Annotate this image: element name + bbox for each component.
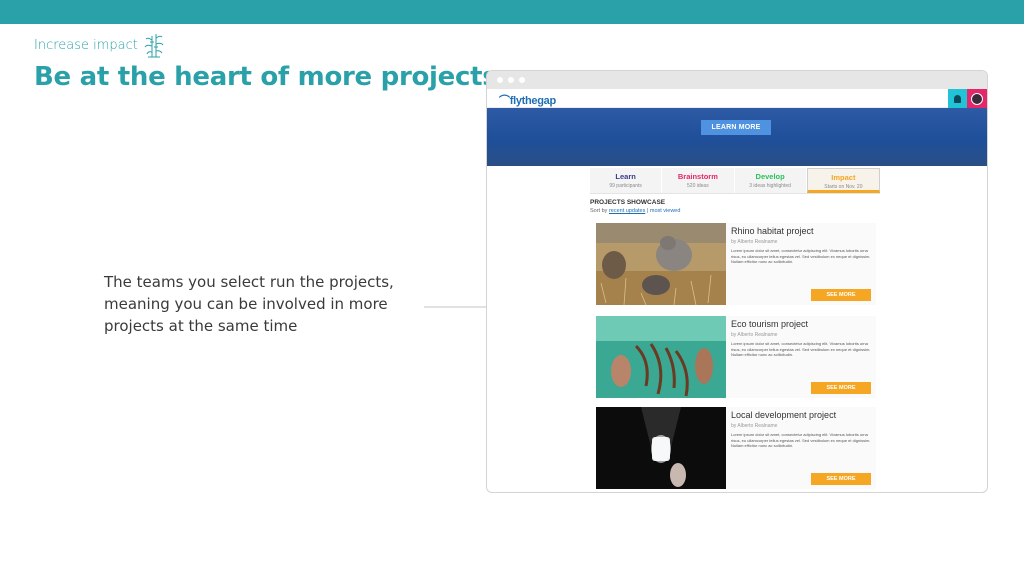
avatar bbox=[971, 92, 983, 105]
project-title[interactable]: Local development project bbox=[731, 410, 836, 420]
showcase-title: PROJECTS SHOWCASE bbox=[590, 199, 666, 206]
browser-titlebar bbox=[487, 71, 987, 89]
underwater-photo-art bbox=[596, 316, 726, 398]
project-card-local-development[interactable]: Local development project by Alberto Rea… bbox=[596, 407, 876, 489]
project-title[interactable]: Eco tourism project bbox=[731, 319, 808, 329]
projects-content: Learn 99 participants Brainstorm 520 ide… bbox=[590, 168, 880, 214]
browser-mockup: ⌒flythegap LEARN MORE Learn 99 participa… bbox=[486, 70, 988, 493]
project-card-eco-tourism[interactable]: Eco tourism project by Alberto Realname … bbox=[596, 316, 876, 398]
window-dot bbox=[497, 77, 503, 83]
project-author: by Alberto Realname bbox=[731, 332, 778, 338]
site-logo[interactable]: ⌒flythegap bbox=[499, 92, 556, 108]
site-header: ⌒flythegap bbox=[487, 89, 987, 108]
tab-develop[interactable]: Develop 3 ideas highlighted bbox=[734, 168, 807, 193]
project-description: Lorem ipsum dolor sit amet, consectetur … bbox=[731, 341, 871, 357]
logo-text: flythegap bbox=[509, 95, 557, 107]
rhino-photo bbox=[596, 223, 726, 305]
project-title[interactable]: Rhino habitat project bbox=[731, 226, 814, 236]
project-author: by Alberto Realname bbox=[731, 423, 778, 429]
tab-sub: 99 participants bbox=[609, 183, 642, 189]
project-description: Lorem ipsum dolor sit amet, consectetur … bbox=[731, 432, 871, 448]
tab-impact[interactable]: Impact Starts on Nov. 20 bbox=[806, 168, 880, 193]
project-description: Lorem ipsum dolor sit amet, consectetur … bbox=[731, 248, 871, 264]
see-more-button[interactable]: SEE MORE bbox=[811, 473, 871, 485]
bell-icon bbox=[954, 94, 961, 103]
see-more-button[interactable]: SEE MORE bbox=[811, 289, 871, 301]
light-bottle-photo bbox=[596, 407, 726, 489]
light-bottle-photo-art bbox=[596, 407, 726, 489]
tab-label: Develop bbox=[755, 172, 785, 181]
rhino-photo-art bbox=[596, 223, 726, 305]
tab-sub: 3 ideas highlighted bbox=[749, 183, 791, 189]
notifications-button[interactable] bbox=[948, 89, 967, 108]
project-author: by Alberto Realname bbox=[731, 239, 778, 245]
phase-tabs: Learn 99 participants Brainstorm 520 ide… bbox=[590, 168, 880, 194]
hero-banner: LEARN MORE bbox=[487, 108, 987, 166]
profile-button[interactable] bbox=[967, 89, 987, 108]
sort-most-viewed-link[interactable]: most viewed bbox=[650, 208, 681, 214]
sort-line: Sort by recent updates | most viewed bbox=[590, 208, 880, 214]
sort-prefix: Sort by bbox=[590, 208, 608, 214]
learn-more-button[interactable]: LEARN MORE bbox=[701, 120, 771, 135]
see-more-button[interactable]: SEE MORE bbox=[811, 382, 871, 394]
window-dot bbox=[508, 77, 514, 83]
tab-brainstorm[interactable]: Brainstorm 520 ideas bbox=[662, 168, 735, 193]
tab-sub: Starts on Nov. 20 bbox=[824, 184, 863, 190]
tab-sub: 520 ideas bbox=[687, 183, 709, 189]
underwater-photo bbox=[596, 316, 726, 398]
window-dot bbox=[519, 77, 525, 83]
tab-label: Learn bbox=[615, 172, 636, 181]
logo-arc-icon: ⌒ bbox=[499, 95, 510, 107]
tab-learn[interactable]: Learn 99 participants bbox=[590, 168, 663, 193]
tab-label: Brainstorm bbox=[677, 172, 718, 181]
project-card-rhino[interactable]: Rhino habitat project by Alberto Realnam… bbox=[596, 223, 876, 305]
tab-label: Impact bbox=[831, 173, 856, 182]
sort-recent-link[interactable]: recent updates bbox=[609, 208, 645, 214]
